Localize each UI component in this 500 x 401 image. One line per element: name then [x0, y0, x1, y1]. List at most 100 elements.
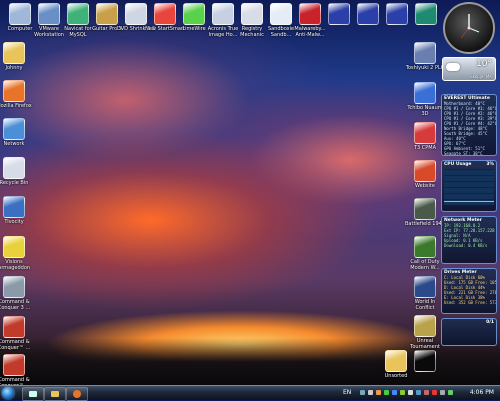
taskbar-clock[interactable]: 4:06 PM	[470, 389, 494, 396]
desktop-icon-label: Unreal Tournament	[410, 338, 440, 350]
weather-gadget[interactable]: 10° Skopje, MK	[442, 57, 496, 81]
sandboxie-icon	[270, 3, 292, 25]
tray-shield-icon[interactable]	[384, 390, 389, 395]
network-meter-list: IP: 192.168.0.2 Ext IP: 77.28.157.228 Sign…	[444, 223, 495, 248]
desktop-icon-label: Unsorted	[384, 373, 408, 379]
tivocity-icon	[3, 196, 25, 218]
desktop-icon-label: Tchibo Nuaum 3D	[407, 105, 443, 117]
tray-misc-icon[interactable]	[408, 390, 413, 395]
firefox-icon	[3, 80, 25, 102]
cpu-usage-title: CPU Usage	[444, 162, 472, 167]
left-desktop-icon[interactable]: Mozilla Firefox	[0, 80, 34, 109]
desktop-icon-label: Command & Conquer 3 ...	[0, 299, 31, 311]
firefox-icon	[73, 390, 81, 398]
left-desktop-icon[interactable]: Visions Armageddon	[0, 236, 34, 271]
tray-sync-icon[interactable]	[416, 390, 421, 395]
ut-icon	[414, 315, 436, 337]
small-gadget[interactable]: 0/1	[441, 318, 497, 346]
cpu-usage-gadget[interactable]: CPU Usage 3%	[441, 160, 497, 212]
start-button[interactable]	[2, 387, 14, 399]
right-desktop-icon[interactable]: Toshiyuki 2 PLC	[405, 42, 445, 71]
malwarebytes-icon	[299, 3, 321, 25]
right-desktop-icon[interactable]	[405, 350, 445, 373]
cnc-icon	[3, 276, 25, 298]
limewire-icon	[183, 3, 205, 25]
desktop-icon-label: Website	[415, 183, 435, 189]
tray-gpu-icon[interactable]	[400, 390, 405, 395]
network-icon	[3, 118, 25, 140]
dvd-shrink-icon	[125, 3, 147, 25]
cnc-red-icon	[3, 354, 25, 376]
right-desktop-icon[interactable]: Tchibo Nuaum 3D	[405, 82, 445, 117]
tray-update-icon[interactable]	[392, 390, 397, 395]
language-indicator[interactable]: EN	[343, 389, 351, 396]
guitar-pro-icon	[96, 3, 118, 25]
user-folder-icon	[3, 42, 25, 64]
tray-app-icon[interactable]	[376, 390, 381, 395]
everest-gadget[interactable]: EVEREST Ultimate Motherboard: 40°C CPU #1…	[441, 94, 497, 156]
right-desktop-icon[interactable]: Call of Duty Modern W...	[405, 236, 445, 271]
clock-gadget[interactable]	[443, 2, 495, 54]
vmware-icon	[38, 3, 60, 25]
small-gadget-value: 0/1	[486, 320, 494, 325]
top-desktop-icon[interactable]	[406, 3, 446, 26]
explorer-icon	[51, 391, 59, 397]
cpu-usage-graph	[444, 169, 494, 205]
drives-meter-gadget[interactable]: Drives Meter C: Local Disk 60% Used: 175 …	[441, 268, 497, 314]
computer-icon	[9, 3, 31, 25]
tray-power-icon[interactable]	[440, 390, 445, 395]
right-desktop-icon[interactable]: Unreal Tournament	[405, 315, 445, 350]
left-desktop-icon[interactable]: Command & Conquer™ ...	[0, 316, 34, 351]
drives-meter-list: C: Local Disk 60% Used: 175 GB Free: 105 …	[444, 275, 497, 305]
radiation-icon	[3, 236, 25, 258]
mc-icon	[357, 3, 379, 25]
left-desktop-icon[interactable]: Tivocity	[0, 196, 34, 225]
ts-icon	[414, 42, 436, 64]
tray-antivirus-icon[interactable]	[432, 390, 437, 395]
registry-mechanic-icon	[241, 3, 263, 25]
right-desktop-icon[interactable]: T3 CPMA	[405, 122, 445, 151]
cpu-usage-line	[444, 201, 494, 202]
desktop-icon-label: World In Conflict	[414, 299, 436, 311]
battlefield-icon	[414, 198, 436, 220]
quick-launch-firefox[interactable]	[66, 387, 88, 401]
tray-flag-icon[interactable]	[424, 390, 429, 395]
left-desktop-icon[interactable]: Command & Conquer 3 ...	[0, 276, 34, 311]
black-window-icon	[414, 350, 436, 372]
cloud-icon	[446, 63, 460, 71]
p-app-icon	[415, 3, 437, 25]
gadget-line: Download: 0.4 KB/s	[444, 243, 488, 248]
mc-icon	[328, 3, 350, 25]
desktop-icon-label: Battlefield 1942	[405, 221, 445, 227]
desktop-icon-label: Mozilla Firefox	[0, 103, 32, 109]
folder-icon	[385, 350, 407, 372]
tray-network-icon[interactable]	[360, 390, 365, 395]
desktop-icon-label: Toshiyuki 2 PLC	[405, 65, 445, 71]
desktop-icon-label: Tivocity	[4, 219, 24, 225]
quick-launch-explorer[interactable]	[44, 387, 66, 401]
right-desktop-icon[interactable]: Website	[405, 160, 445, 189]
network-meter-gadget[interactable]: Network Meter IP: 192.168.0.2 Ext IP: 77.…	[441, 216, 497, 264]
cpu-usage-value: 3%	[486, 162, 494, 167]
startsmart-icon	[154, 3, 176, 25]
right-desktop-icon[interactable]: Battlefield 1942	[405, 198, 445, 227]
desktop-icon-label: Command & Conquer™ ...	[0, 339, 31, 351]
right-desktop-icon[interactable]: World In Conflict	[405, 276, 445, 311]
everest-sensor-list: Motherboard: 40°C CPU #1 / Core #1: 46°C C…	[444, 101, 496, 155]
left-desktop-icon[interactable]: Johnny	[0, 42, 34, 71]
desktop-icon-label: Call of Duty Modern W...	[410, 259, 440, 271]
cnc-red-icon	[3, 316, 25, 338]
show-desktop-icon	[29, 391, 37, 397]
navicat-icon	[67, 3, 89, 25]
tray-chat-icon[interactable]	[448, 390, 453, 395]
recycle-bin-icon	[3, 157, 25, 179]
quick-launch-show-desktop[interactable]	[22, 387, 44, 401]
left-desktop-icon[interactable]: Command & Conquer™ ...	[0, 354, 34, 389]
tray-volume-icon[interactable]	[368, 390, 373, 395]
gadget-line: Used: 352 GB Free: 573 GB	[444, 300, 497, 305]
clock-face-icon	[460, 14, 480, 39]
left-desktop-icon[interactable]: Recycle Bin	[0, 157, 34, 186]
acronis-icon	[212, 3, 234, 25]
left-desktop-icon[interactable]: Network	[0, 118, 34, 147]
desktop-icon-label: Visions Armageddon	[0, 259, 31, 271]
